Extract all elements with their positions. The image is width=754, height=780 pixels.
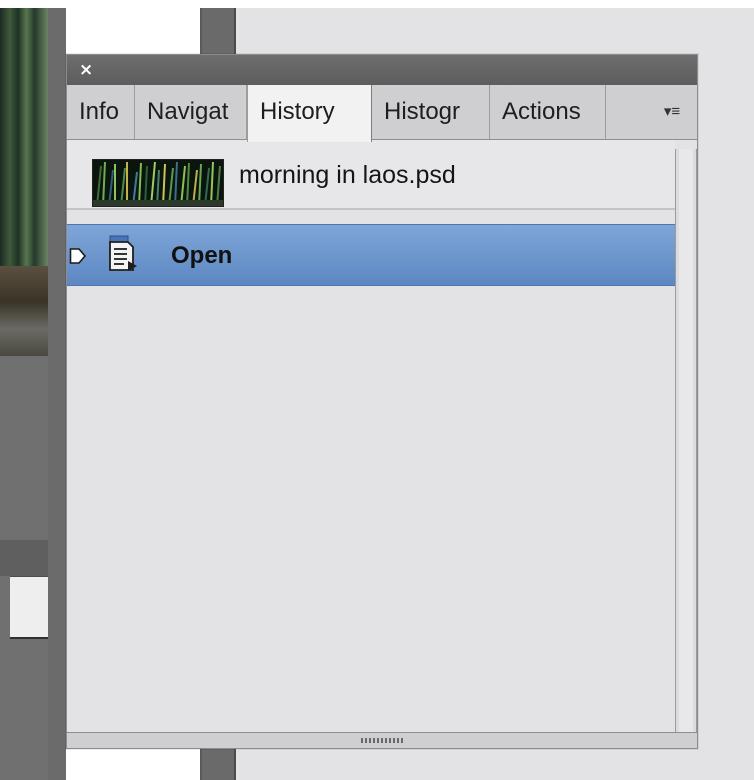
snapshot-label: morning in laos.psd (239, 161, 456, 189)
close-icon[interactable]: × (79, 62, 95, 79)
history-panel: × Info Navigat History Histogr Actions ▾… (66, 54, 698, 749)
history-state-label: Open (171, 242, 233, 269)
tab-navigator[interactable]: Navigat (135, 85, 247, 139)
panel-menu-icon[interactable]: ▾≡ (655, 101, 689, 123)
tab-label: Info (79, 98, 120, 125)
panel-tab-row: Info Navigat History Histogr Actions ▾≡ (67, 85, 697, 142)
tab-label: Navigat (147, 98, 229, 125)
image-thumbnail (92, 159, 224, 207)
panel-title-bar[interactable]: × (67, 55, 697, 86)
image-canvas[interactable] (0, 8, 48, 356)
history-list: morning in laos.psd Open (67, 140, 675, 732)
panel-resize-handle[interactable] (67, 732, 697, 748)
document-open-icon (109, 235, 137, 271)
scrollbar-track[interactable] (679, 149, 693, 732)
tab-actions[interactable]: Actions (490, 85, 606, 139)
tab-info[interactable]: Info (67, 85, 135, 139)
state-marker-icon[interactable] (69, 247, 87, 265)
tab-label: History (260, 98, 335, 125)
canvas-gutter (48, 8, 66, 780)
tab-histogram[interactable]: Histogr (372, 85, 490, 139)
tab-label: Histogr (384, 98, 461, 125)
thumbnail-graphic (93, 160, 223, 206)
history-state-open[interactable]: Open (67, 224, 675, 286)
tab-label: Actions (502, 98, 581, 125)
grip-icon (361, 738, 403, 743)
snapshot-item[interactable]: morning in laos.psd (67, 140, 675, 210)
tab-history[interactable]: History (247, 85, 372, 142)
vertical-scrollbar[interactable] (675, 149, 697, 732)
